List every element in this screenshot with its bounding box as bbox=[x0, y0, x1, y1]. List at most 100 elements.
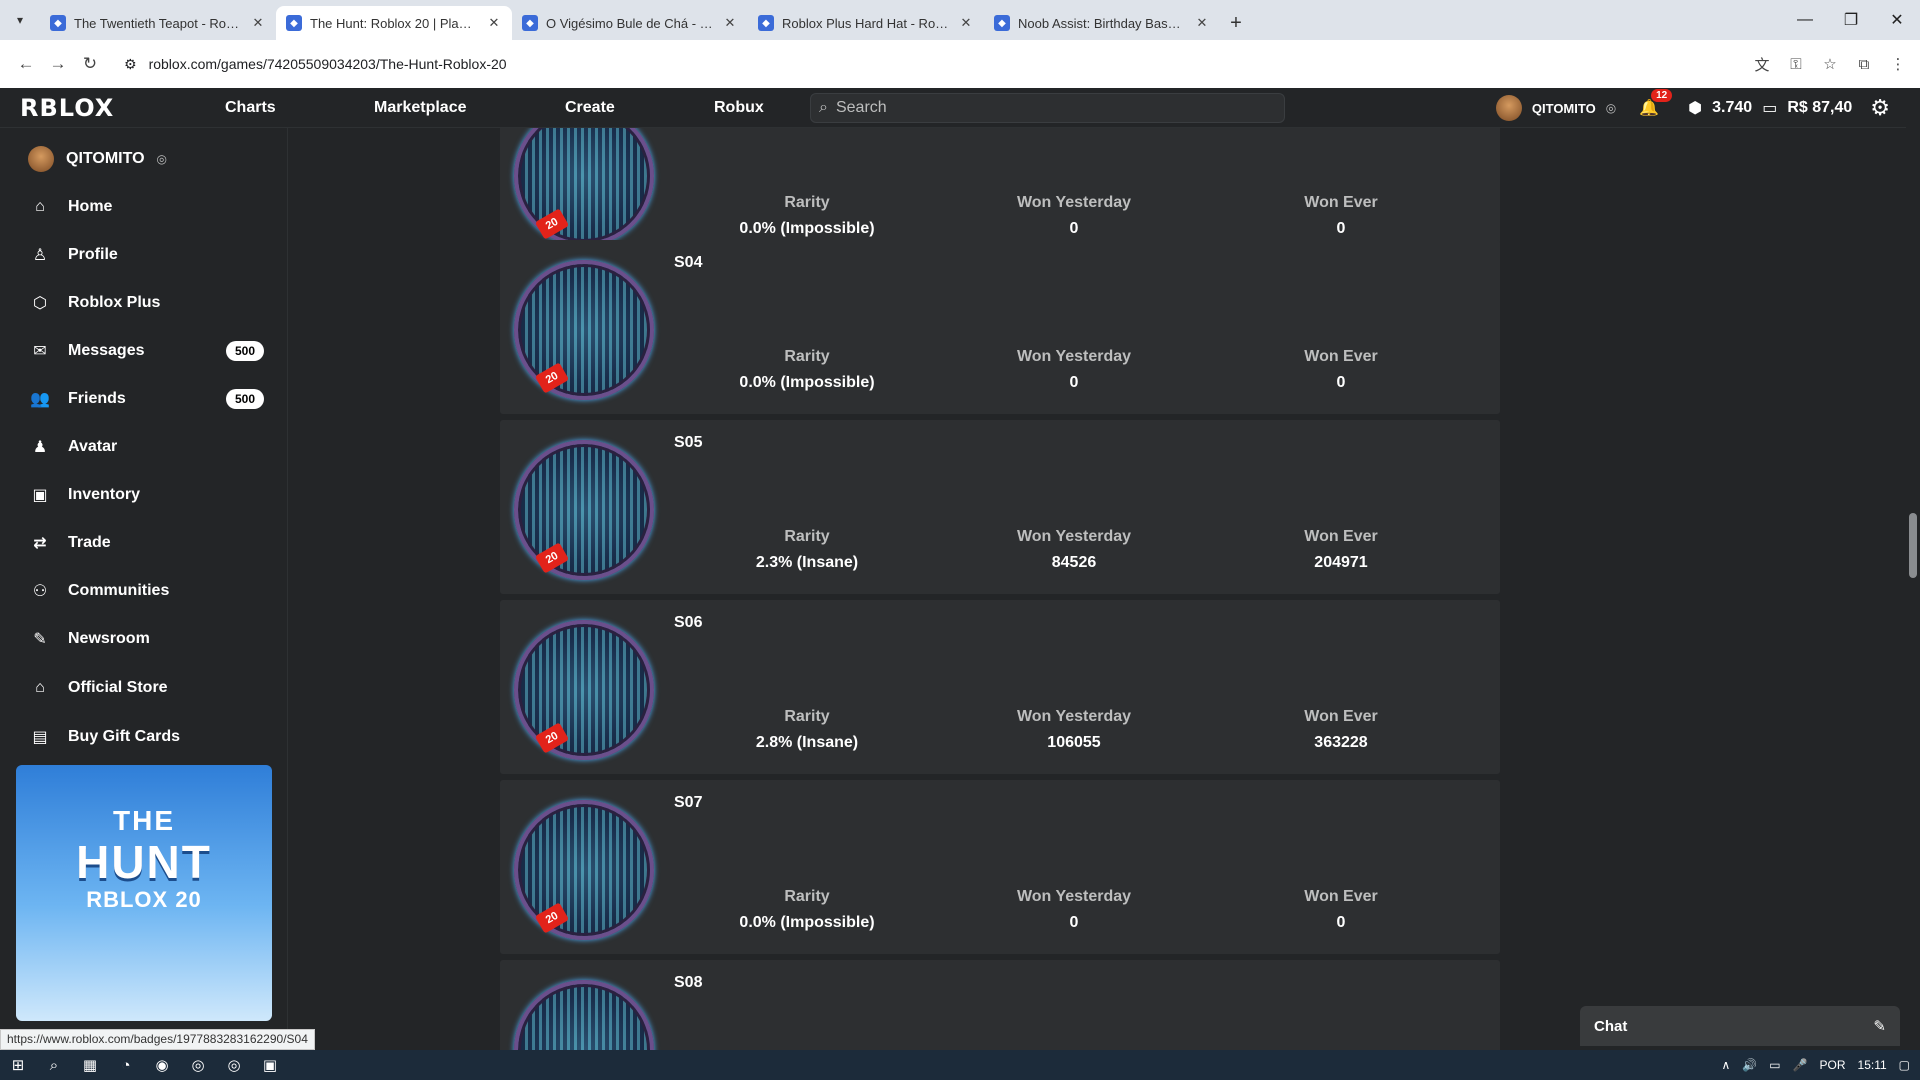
browser-tab[interactable]: ◆ Roblox Plus Hard Hat - Roblox ✕ bbox=[748, 6, 984, 40]
task-view-icon[interactable]: ▦ bbox=[72, 1050, 108, 1080]
language-indicator[interactable]: POR bbox=[1820, 1058, 1846, 1072]
sidebar-item-communities[interactable]: ⚇ Communities bbox=[28, 571, 264, 611]
verified-icon: ◎ bbox=[156, 152, 168, 166]
browser-tab-active[interactable]: ◆ The Hunt: Roblox 20 | Play on Roblox ✕ bbox=[276, 6, 512, 40]
badge-row[interactable]: 20 S07 Rarity 0.0% (Impossible) Won Yeste… bbox=[500, 780, 1500, 954]
browser-tab[interactable]: ◆ O Vigésimo Bule de Chá - Roblox ✕ bbox=[512, 6, 748, 40]
clock[interactable]: 15:11 bbox=[1858, 1058, 1887, 1072]
stat-value: 2.8% (Insane) bbox=[755, 734, 859, 751]
close-tab-icon[interactable]: ✕ bbox=[486, 15, 502, 31]
menu-dots-icon[interactable]: ⋮ bbox=[1886, 52, 1910, 76]
compose-icon[interactable]: ✎ bbox=[1873, 1017, 1886, 1035]
restore-icon[interactable]: ❐ bbox=[1828, 0, 1874, 40]
tab-search-icon[interactable]: ▾ bbox=[0, 0, 40, 40]
robux-balance[interactable]: 3.740 bbox=[1712, 99, 1752, 117]
notification-center-icon[interactable]: ▢ bbox=[1899, 1058, 1910, 1072]
minimize-icon[interactable]: — bbox=[1782, 0, 1828, 40]
address-bar[interactable]: ⚙ roblox.com/games/74205509034203/The-Hu… bbox=[114, 46, 1624, 82]
browser-tab[interactable]: ◆ The Twentieth Teapot - Roblox ✕ bbox=[40, 6, 276, 40]
badge-row[interactable]: 20 S05 Rarity 2.3% (Insane) Won Yesterday… bbox=[500, 420, 1500, 594]
badge-image[interactable]: 20 bbox=[514, 128, 654, 246]
settings-gear-icon[interactable]: ⚙ bbox=[1870, 95, 1890, 121]
bookmark-star-icon[interactable]: ☆ bbox=[1818, 52, 1842, 76]
stat-label: Won Yesterday bbox=[1016, 888, 1132, 905]
nav-charts[interactable]: Charts bbox=[225, 88, 276, 128]
browser-toolbar: ← → ↻ ⚙ roblox.com/games/74205509034203/… bbox=[0, 40, 1920, 88]
stat-value: 363228 bbox=[1314, 734, 1368, 751]
sidebar-item-friends[interactable]: 👥 Friends 500 bbox=[28, 379, 264, 419]
friends-count-badge: 500 bbox=[225, 389, 264, 409]
badge-image[interactable]: 20 bbox=[514, 980, 654, 1050]
friends-icon: 👥 bbox=[30, 391, 50, 408]
search-input[interactable]: ⌕ Search bbox=[810, 93, 1285, 123]
won-ever-stat: Won Ever 0 bbox=[1231, 888, 1451, 932]
translate-icon[interactable]: 文 bbox=[1750, 52, 1774, 76]
window-controls: — ❐ ✕ bbox=[1782, 0, 1920, 40]
new-tab-button[interactable]: + bbox=[1220, 6, 1252, 40]
sidebar-item-messages[interactable]: ✉ Messages 500 bbox=[28, 331, 264, 371]
badge-name[interactable]: S04 bbox=[674, 254, 702, 272]
chrome-icon[interactable]: ◎ bbox=[180, 1050, 216, 1080]
chrome-active-icon[interactable]: ◎ bbox=[216, 1050, 252, 1080]
reload-icon[interactable]: ↻ bbox=[74, 48, 106, 80]
sidebar-item-roblox-plus[interactable]: ⬡ Roblox Plus bbox=[28, 283, 264, 323]
chat-panel[interactable]: Chat ✎ bbox=[1580, 1006, 1900, 1046]
tray-chevron-icon[interactable]: ∧ bbox=[1721, 1058, 1730, 1072]
badge-row[interactable]: 20 S06 Rarity 2.8% (Insane) Won Yesterday… bbox=[500, 600, 1500, 774]
nav-create[interactable]: Create bbox=[565, 88, 615, 128]
sidebar-item-home[interactable]: ⌂ Home bbox=[28, 187, 264, 227]
volume-icon[interactable]: 🔊 bbox=[1742, 1058, 1757, 1072]
promo-line-2: HUNT bbox=[76, 836, 212, 888]
sidebar-item-inventory[interactable]: ▣ Inventory bbox=[28, 475, 264, 515]
forward-icon[interactable]: → bbox=[42, 48, 74, 80]
scrollbar-thumb[interactable] bbox=[1909, 513, 1917, 578]
the-hunt-promo-banner[interactable]: THE HUNT RBLOX 20 bbox=[16, 765, 272, 1021]
network-icon[interactable]: ▭ bbox=[1769, 1058, 1780, 1072]
page-scrollbar[interactable] bbox=[1906, 88, 1920, 1050]
notifications-button[interactable]: 🔔 12 bbox=[1636, 89, 1673, 121]
sidebar-item-buy-gift-cards[interactable]: ▤ Buy Gift Cards bbox=[28, 717, 264, 757]
header-username[interactable]: QITOMITO bbox=[1532, 101, 1596, 116]
back-icon[interactable]: ← bbox=[10, 48, 42, 80]
badge-image[interactable]: 20 bbox=[514, 260, 654, 400]
roblox-logo[interactable]: RBLOX bbox=[20, 94, 114, 122]
sidebar-item-trade[interactable]: ⇄ Trade bbox=[28, 523, 264, 563]
mic-icon[interactable]: 🎤 bbox=[1793, 1058, 1808, 1072]
roblox-studio-icon[interactable]: ▣ bbox=[252, 1050, 288, 1080]
tab-title: Roblox Plus Hard Hat - Roblox bbox=[782, 15, 950, 31]
badge-name[interactable]: S07 bbox=[674, 794, 702, 812]
close-tab-icon[interactable]: ✕ bbox=[722, 15, 738, 31]
sidebar-item-newsroom[interactable]: ✎ Newsroom bbox=[28, 619, 264, 659]
badge-row[interactable]: 20 S08 bbox=[500, 960, 1500, 1050]
sidebar-item-avatar[interactable]: ♟ Avatar bbox=[28, 427, 264, 467]
sidebar-item-profile[interactable]: ♙ Profile bbox=[28, 235, 264, 275]
site-info-icon[interactable]: ⚙ bbox=[124, 56, 137, 73]
close-tab-icon[interactable]: ✕ bbox=[958, 15, 974, 31]
badge-image[interactable]: 20 bbox=[514, 440, 654, 580]
browser-tab[interactable]: ◆ Noob Assist: Birthday Bash - Roblox ✕ bbox=[984, 6, 1220, 40]
stat-label: Won Yesterday bbox=[1016, 348, 1132, 365]
close-tab-icon[interactable]: ✕ bbox=[1194, 15, 1210, 31]
badge-image[interactable]: 20 bbox=[514, 800, 654, 940]
close-tab-icon[interactable]: ✕ bbox=[250, 15, 266, 31]
badge-row[interactable]: 20 S04 Rarity 0.0% (Impossible) Won Yeste… bbox=[500, 240, 1500, 414]
badge-name[interactable]: S05 bbox=[674, 434, 702, 452]
app-icon[interactable]: ◔ bbox=[108, 1050, 144, 1080]
taskbar-search-icon[interactable]: ⌕ bbox=[36, 1050, 72, 1080]
won-yesterday-stat: Won Yesterday 0 bbox=[964, 194, 1184, 238]
extensions-icon[interactable]: ⧉ bbox=[1852, 52, 1876, 76]
badge-name[interactable]: S08 bbox=[674, 974, 702, 992]
windows-start-icon[interactable]: ⊞ bbox=[0, 1050, 36, 1080]
header-avatar[interactable] bbox=[1495, 95, 1522, 121]
wallet-balance[interactable]: R$ 87,40 bbox=[1787, 99, 1852, 117]
won-ever-stat: Won Ever 363228 bbox=[1231, 708, 1451, 752]
sidebar-item-official-store[interactable]: ⌂ Official Store bbox=[28, 668, 264, 708]
nav-marketplace[interactable]: Marketplace bbox=[374, 88, 467, 128]
badge-name[interactable]: S06 bbox=[674, 614, 702, 632]
password-key-icon[interactable]: ⚿ bbox=[1784, 52, 1808, 76]
close-window-icon[interactable]: ✕ bbox=[1874, 0, 1920, 40]
steam-icon[interactable]: ◉ bbox=[144, 1050, 180, 1080]
nav-robux[interactable]: Robux bbox=[714, 88, 764, 128]
sidebar-user[interactable]: QITOMITO ◎ bbox=[28, 146, 167, 172]
badge-image[interactable]: 20 bbox=[514, 620, 654, 760]
